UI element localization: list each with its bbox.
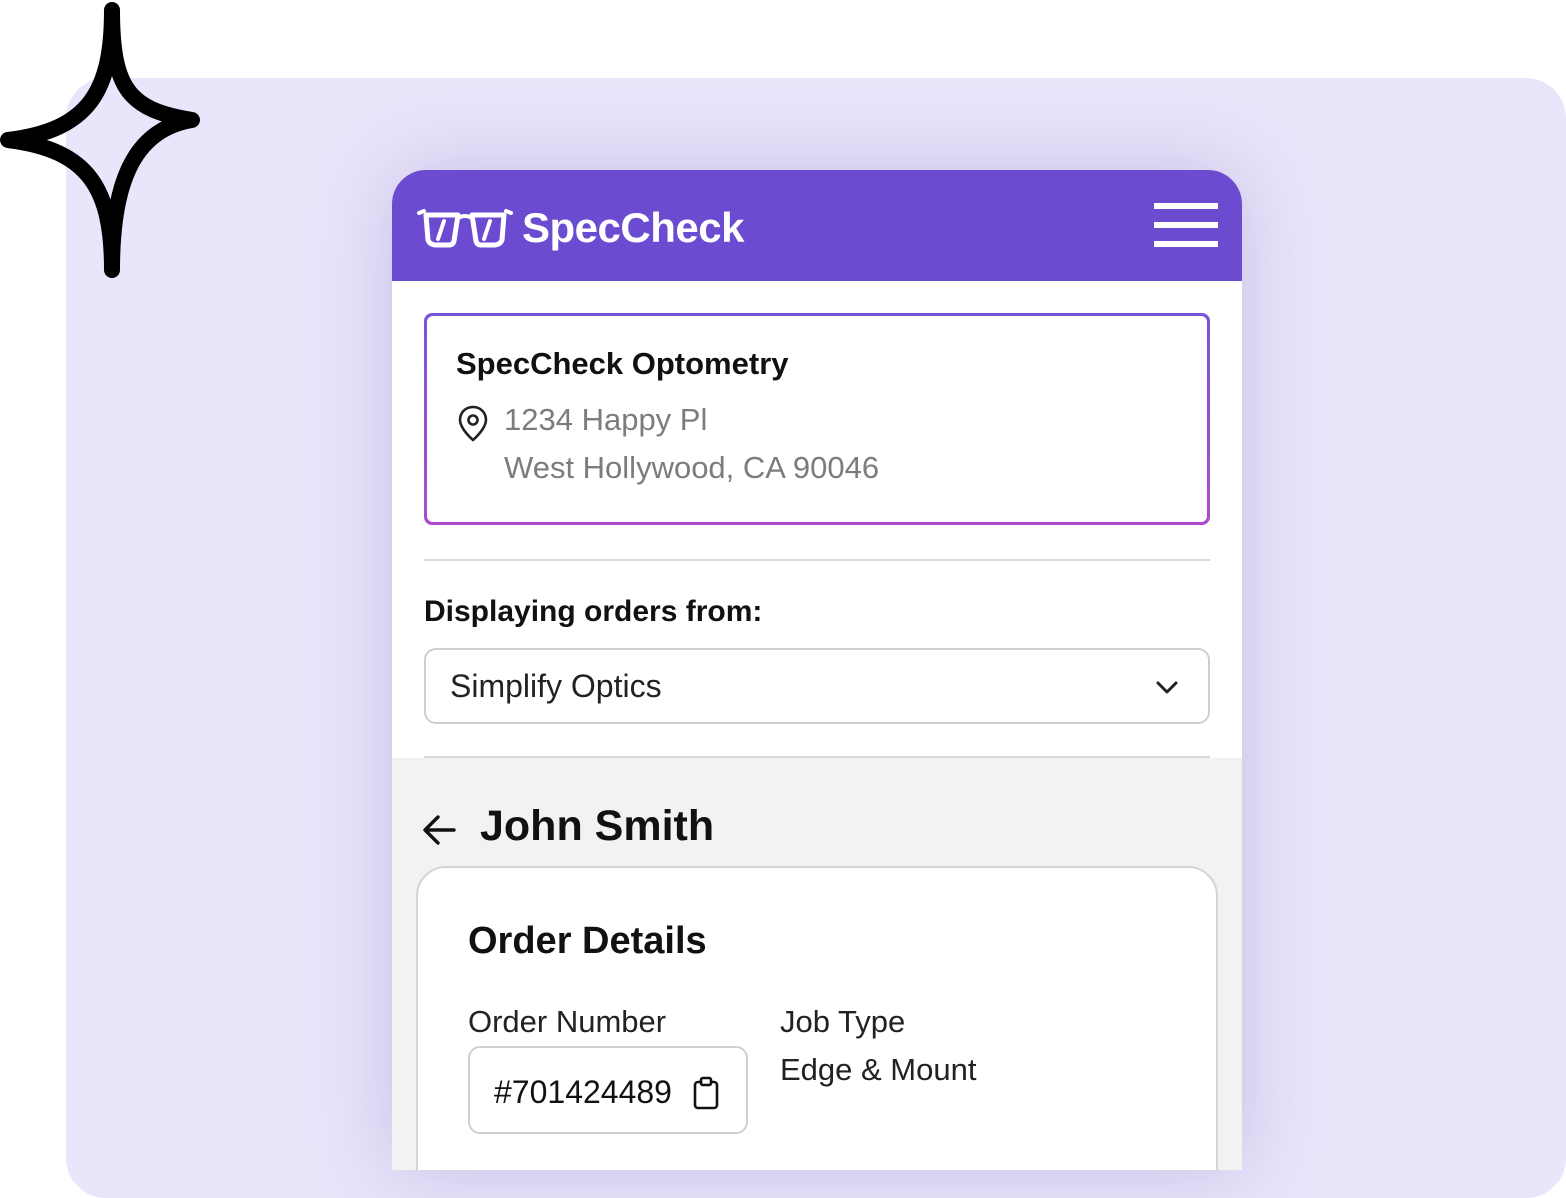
- phone-screen: SpecCheck SpecCheck Optometry 1234 Happy…: [392, 170, 1242, 1170]
- order-details-card: Order Details Order Number #701424489 Jo…: [416, 866, 1218, 1170]
- location-address: 1234 Happy Pl West Hollywood, CA 90046: [504, 402, 880, 492]
- orders-source-select[interactable]: Simplify Optics: [424, 648, 1210, 724]
- clipboard-icon[interactable]: [692, 1076, 720, 1110]
- divider: [424, 559, 1210, 561]
- address-line-2: West Hollywood, CA 90046: [504, 450, 880, 485]
- hamburger-menu-icon[interactable]: [1154, 203, 1218, 247]
- job-type-label: Job Type: [780, 1004, 906, 1039]
- order-number: #701424489: [494, 1074, 672, 1110]
- chevron-down-icon: [1156, 681, 1178, 694]
- order-section: John Smith Order Details Order Number #7…: [392, 758, 1242, 1170]
- arrow-left-icon[interactable]: [420, 810, 460, 850]
- location-card[interactable]: SpecCheck Optometry 1234 Happy Pl West H…: [424, 313, 1210, 525]
- orders-filter-label: Displaying orders from:: [424, 595, 763, 628]
- glasses-icon: [417, 209, 513, 248]
- sparkle-icon: [0, 2, 200, 278]
- customer-name: John Smith: [480, 802, 715, 850]
- brand-name: SpecCheck: [522, 204, 744, 251]
- order-details-title: Order Details: [468, 920, 707, 962]
- location-name: SpecCheck Optometry: [456, 346, 789, 381]
- address-line-1: 1234 Happy Pl: [504, 402, 708, 437]
- map-pin-icon: [458, 405, 488, 442]
- logo[interactable]: SpecCheck: [416, 204, 744, 252]
- selected-source: Simplify Optics: [450, 668, 662, 704]
- top-bar: SpecCheck: [392, 170, 1242, 281]
- order-number-label: Order Number: [468, 1004, 667, 1039]
- order-number-copy-field[interactable]: #701424489: [468, 1046, 748, 1134]
- job-type-value: Edge & Mount: [780, 1052, 977, 1087]
